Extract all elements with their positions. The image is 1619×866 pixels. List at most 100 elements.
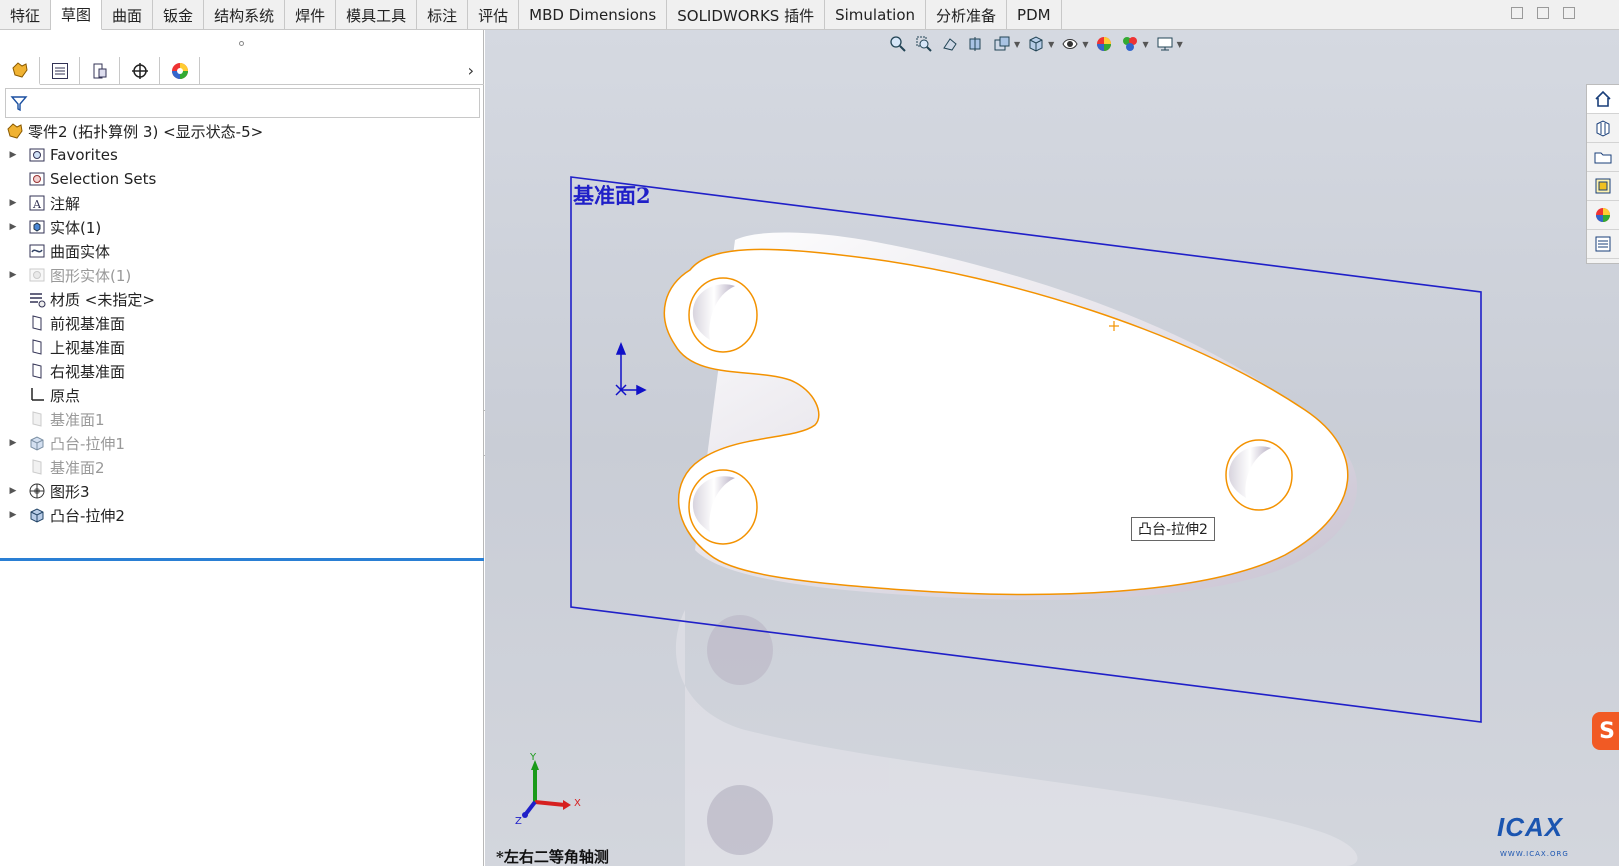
view-orientation-name: *左右二等角轴测 — [496, 848, 609, 866]
display-style-icon[interactable] — [1060, 34, 1080, 54]
panel-grip[interactable] — [0, 30, 483, 56]
feature-manager-panel: › 零件2 (拓扑算例 3) <显示状态-5> ▶ Favorites Select… — [0, 30, 484, 866]
tree-item[interactable]: Selection Sets — [0, 167, 484, 191]
tile-right-icon[interactable] — [1537, 7, 1549, 19]
tree-item[interactable]: ▶ 凸台-拉伸1 — [0, 431, 484, 455]
expand-arrow-icon[interactable]: ▶ — [0, 150, 26, 160]
ribbon-tab-13[interactable]: PDM — [1007, 0, 1062, 30]
tree-item-label: 上视基准面 — [50, 338, 126, 357]
feature-manager-icon — [11, 62, 28, 78]
tree-filter[interactable] — [5, 88, 480, 118]
restore-icon[interactable] — [1563, 7, 1575, 19]
appearances-icon[interactable] — [1587, 201, 1619, 230]
tree-item-label: 实体(1) — [50, 218, 102, 237]
property-manager-tab[interactable] — [40, 57, 80, 85]
chevron-down-icon[interactable]: ▼ — [1142, 40, 1148, 49]
tree-item[interactable]: 右视基准面 — [0, 359, 484, 383]
triad-x-label: X — [574, 798, 581, 809]
zoom-to-fit-icon[interactable] — [888, 34, 908, 54]
apply-scene-icon[interactable] — [1120, 34, 1140, 54]
expand-arrow-icon[interactable]: ▶ — [0, 270, 26, 280]
dimxpert-manager-tab[interactable] — [120, 57, 160, 85]
ribbon-tab-3[interactable]: 钣金 — [153, 0, 205, 30]
view-palette-icon[interactable] — [1587, 172, 1619, 201]
ribbon-tab-9[interactable]: MBD Dimensions — [519, 0, 668, 30]
tree-item[interactable]: ▶ A 注解 — [0, 191, 484, 215]
ribbon-tab-5[interactable]: 焊件 — [285, 0, 337, 30]
icax-watermark: ICAX — [1497, 812, 1564, 842]
origin-marker — [615, 341, 647, 396]
tree-item[interactable]: ▶ 实体(1) — [0, 215, 484, 239]
plane-icon — [26, 314, 48, 332]
task-pane — [1586, 84, 1619, 264]
ribbon-tab-4[interactable]: 结构系统 — [204, 0, 286, 30]
ribbon-tab-2[interactable]: 曲面 — [102, 0, 154, 30]
zoom-to-area-icon[interactable] — [914, 34, 934, 54]
chevron-down-icon[interactable]: ▼ — [1177, 40, 1183, 49]
tile-left-icon[interactable] — [1511, 7, 1523, 19]
expand-arrow-icon[interactable]: ▶ — [0, 222, 26, 232]
triad-z-label: Z — [515, 816, 522, 827]
tree-item-label: 前视基准面 — [50, 314, 126, 333]
tree-item[interactable]: ▶ Favorites — [0, 143, 484, 167]
solidworks-resources-icon[interactable] — [1587, 85, 1619, 114]
close-doc-icon[interactable] — [1589, 7, 1601, 19]
tree-item[interactable]: 基准面1 — [0, 407, 484, 431]
material-icon — [26, 290, 48, 308]
section-view-icon[interactable] — [966, 34, 986, 54]
view-triad — [522, 760, 571, 818]
floor-reflection — [675, 610, 1358, 866]
tree-item-label: 基准面2 — [50, 458, 105, 477]
custom-properties-icon[interactable] — [1587, 230, 1619, 259]
ribbon-tab-6[interactable]: 模具工具 — [336, 0, 418, 30]
expand-arrow-icon[interactable]: ▶ — [0, 198, 26, 208]
tree-item[interactable]: 前视基准面 — [0, 311, 484, 335]
expand-arrow-icon[interactable]: ▶ — [0, 438, 26, 448]
previous-view-icon[interactable] — [940, 34, 960, 54]
design-library-icon[interactable] — [1587, 114, 1619, 143]
heads-up-toolbar: ▼ ▼ ▼ ▼ ▼ — [888, 34, 1183, 54]
configuration-manager-tab[interactable] — [80, 57, 120, 85]
tree-item-label: 图形实体(1) — [50, 266, 132, 285]
expand-arrow-icon[interactable]: ▶ — [0, 510, 26, 520]
ribbon-tab-11[interactable]: Simulation — [825, 0, 927, 30]
tree-item[interactable]: 原点 — [0, 383, 484, 407]
display-manager-tab[interactable] — [160, 57, 200, 85]
ribbon-tab-1[interactable]: 草图 — [51, 0, 103, 30]
file-explorer-icon[interactable] — [1587, 143, 1619, 172]
tree-item[interactable]: 上视基准面 — [0, 335, 484, 359]
tree-item[interactable]: ▶ 图形实体(1) — [0, 263, 484, 287]
ribbon-tab-10[interactable]: SOLIDWORKS 插件 — [667, 0, 826, 30]
tree-item[interactable]: 材质 <未指定> — [0, 287, 484, 311]
ribbon-tab-12[interactable]: 分析准备 — [926, 0, 1008, 30]
ribbon-tab-0[interactable]: 特征 — [0, 0, 52, 30]
configuration-manager-icon — [93, 63, 106, 79]
tree-item[interactable]: 曲面实体 — [0, 239, 484, 263]
model-view — [522, 176, 1482, 866]
tree-item[interactable]: 基准面2 — [0, 455, 484, 479]
graphics-area[interactable]: Y X Z — [485, 30, 1619, 866]
tree-item-label: 右视基准面 — [50, 362, 126, 381]
sogou-ime-icon[interactable]: S — [1592, 712, 1619, 750]
edit-appearance-icon[interactable] — [1094, 34, 1114, 54]
tree-item[interactable]: ▶ 凸台-拉伸2 — [0, 503, 484, 527]
dynamic-annotation-icon[interactable] — [992, 34, 1012, 54]
tree-root-part[interactable]: 零件2 (拓扑算例 3) <显示状态-5> — [0, 119, 484, 143]
tree-root-label: 零件2 (拓扑算例 3) <显示状态-5> — [28, 122, 264, 141]
chevron-down-icon[interactable]: ▼ — [1082, 40, 1088, 49]
feature-manager-tab[interactable] — [0, 57, 40, 85]
view-orientation-icon[interactable] — [1026, 34, 1046, 54]
extrude-icon — [26, 506, 48, 524]
ribbon-tab-7[interactable]: 标注 — [417, 0, 469, 30]
expand-arrow-icon[interactable]: ▶ — [0, 486, 26, 496]
graphics-icon — [26, 482, 48, 500]
chevron-right-icon[interactable]: › — [468, 61, 474, 80]
extrude-icon — [26, 434, 48, 452]
ribbon-tab-8[interactable]: 评估 — [468, 0, 520, 30]
view-settings-icon[interactable] — [1155, 34, 1175, 54]
rollback-bar[interactable] — [0, 558, 484, 561]
tree-item[interactable]: ▶ 图形3 — [0, 479, 484, 503]
chevron-down-icon[interactable]: ▼ — [1014, 40, 1020, 49]
chevron-down-icon[interactable]: ▼ — [1048, 40, 1054, 49]
command-manager-tabs: 特征 草图 曲面 钣金 结构系统 焊件 模具工具 标注 评估 MBD Dimensions SOLI… — [0, 0, 1619, 30]
